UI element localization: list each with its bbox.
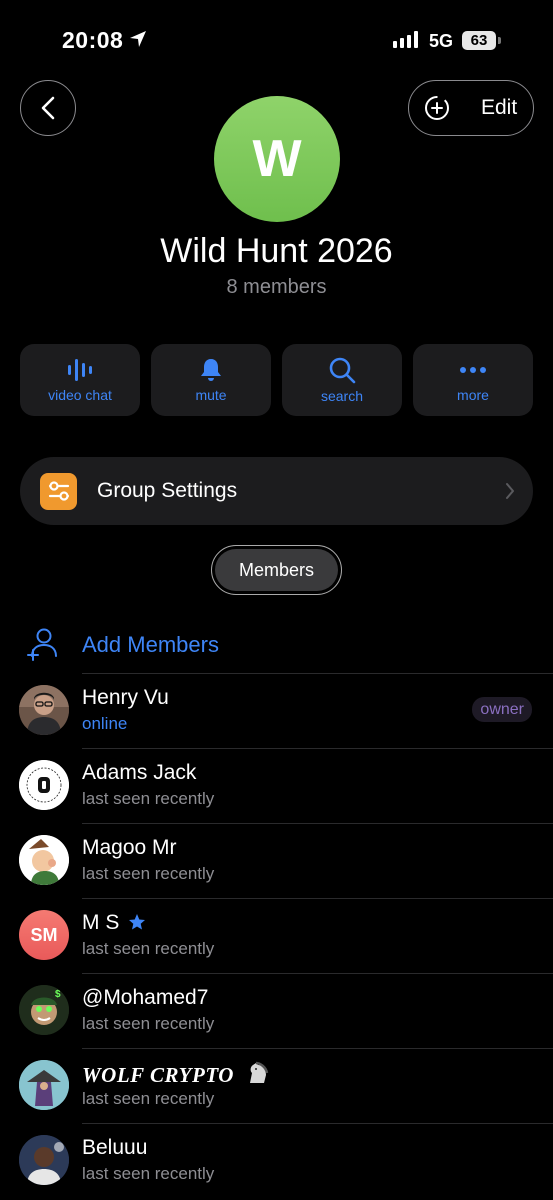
member-status: last seen recently	[82, 1164, 215, 1183]
search-button[interactable]: search	[282, 344, 402, 416]
chevron-right-icon	[506, 483, 514, 499]
group-avatar[interactable]: W	[214, 96, 340, 222]
member-name-text: WOLF CRYPTO	[82, 1063, 234, 1087]
member-row-wolf-crypto[interactable]: WOLF CRYPTO last seen recently	[0, 1048, 553, 1123]
avatar	[19, 1135, 69, 1185]
horse-emoji	[249, 1061, 269, 1083]
owner-badge: owner	[472, 697, 532, 722]
add-members-label: Add Members	[82, 632, 219, 657]
mute-button[interactable]: mute	[151, 344, 271, 416]
member-status: last seen recently	[82, 939, 215, 958]
avatar	[19, 685, 69, 735]
edit-button[interactable]: Edit	[408, 80, 534, 136]
location-arrow-icon	[130, 31, 146, 47]
avatar: $	[19, 985, 69, 1035]
network-type: 5G	[429, 31, 454, 51]
group-settings-label: Group Settings	[97, 479, 238, 502]
battery-icon: 63	[462, 31, 496, 50]
search-icon	[329, 357, 356, 384]
bell-icon	[201, 359, 221, 381]
member-name: Beluuu	[82, 1136, 148, 1159]
member-name: WOLF CRYPTO	[82, 1061, 270, 1088]
signal-icon	[393, 31, 418, 48]
member-row-henry-vu[interactable]: Henry Vu online owner	[0, 673, 553, 748]
avatar	[19, 1060, 69, 1110]
member-name: Magoo Mr	[82, 836, 177, 859]
status-bar: 20:08 5G 63	[0, 0, 553, 80]
add-members-row[interactable]: Add Members	[0, 618, 553, 674]
avatar	[19, 760, 69, 810]
sliders-icon	[40, 472, 77, 510]
svg-text:$: $	[55, 989, 61, 1000]
voice-chat-icon	[68, 359, 92, 381]
member-status: last seen recently	[82, 1089, 215, 1108]
video-chat-label: video chat	[48, 387, 112, 403]
star-icon	[129, 914, 146, 930]
edit-label: Edit	[481, 96, 518, 119]
member-row-magoo-mr[interactable]: Magoo Mr last seen recently	[0, 823, 553, 898]
chevron-left-icon	[41, 96, 55, 120]
member-name: M S	[82, 911, 146, 935]
more-dots-icon	[460, 367, 486, 373]
avatar-initials: SM	[30, 924, 58, 945]
member-row-beluuu[interactable]: Beluuu last seen recently	[0, 1123, 553, 1198]
search-label: search	[320, 388, 364, 404]
tab-members[interactable]: Members	[211, 545, 342, 595]
group-settings-row[interactable]: Group Settings	[20, 457, 533, 525]
avatar	[19, 835, 69, 885]
mute-label: mute	[195, 387, 227, 403]
member-row-adams-jack[interactable]: Adams Jack last seen recently	[0, 748, 553, 823]
avatar: SM	[19, 910, 69, 960]
member-row-m-s[interactable]: SM M S last seen recently	[0, 898, 553, 973]
member-name: Adams Jack	[82, 761, 197, 784]
member-row-mohamed7[interactable]: $ @Mohamed7 last seen recently	[0, 973, 553, 1048]
back-button[interactable]	[20, 80, 76, 136]
member-name: Henry Vu	[82, 686, 169, 709]
member-name-text: M S	[82, 911, 120, 934]
battery-tip	[498, 37, 501, 44]
action-bar: video chat mute search more	[20, 344, 533, 416]
more-button[interactable]: more	[413, 344, 533, 416]
member-status: last seen recently	[82, 789, 215, 808]
clock: 20:08	[62, 27, 124, 53]
add-person-icon	[27, 628, 57, 661]
video-chat-button[interactable]: video chat	[20, 344, 140, 416]
member-status: last seen recently	[82, 1014, 215, 1033]
group-name: Wild Hunt 2026	[160, 232, 393, 270]
member-status: online	[82, 714, 128, 733]
member-count: 8 members	[226, 276, 327, 298]
more-label: more	[457, 387, 489, 403]
member-status: last seen recently	[82, 864, 215, 883]
member-name: @Mohamed7	[82, 986, 209, 1009]
add-circle-icon	[425, 96, 449, 120]
